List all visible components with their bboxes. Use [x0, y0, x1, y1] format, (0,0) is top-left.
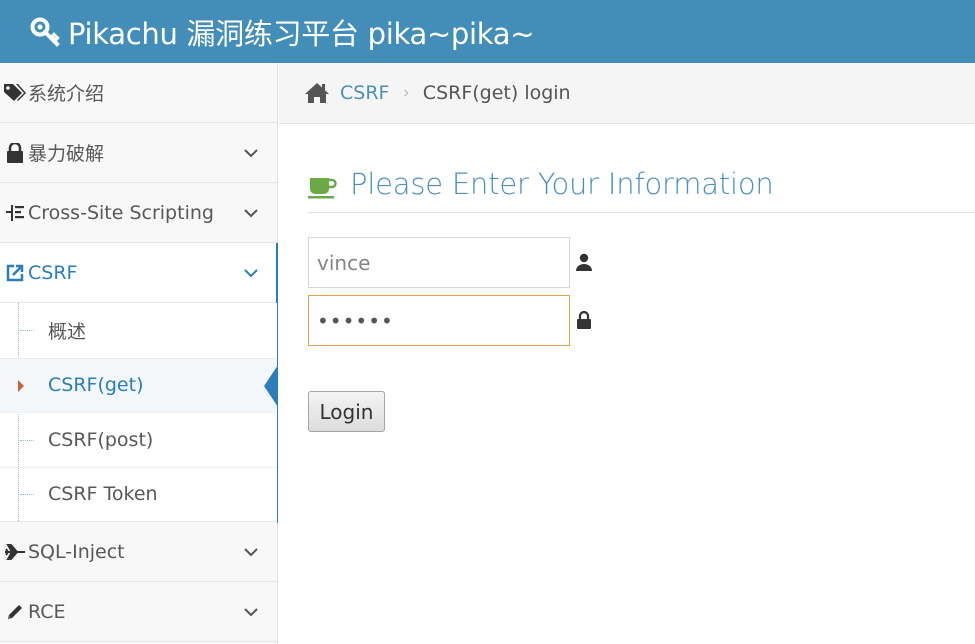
- caret-right-icon: [18, 379, 24, 392]
- sidebar-item-label: 系统介绍: [28, 83, 105, 105]
- breadcrumb-current: CSRF(get) login: [422, 82, 571, 104]
- password-input[interactable]: ••••••: [308, 295, 570, 346]
- submenu-item-label: 概述: [48, 320, 87, 343]
- submenu-item-csrf-token[interactable]: CSRF Token: [0, 466, 277, 522]
- active-indicator: [264, 364, 278, 407]
- app-title[interactable]: Pikachu 漏洞练习平台 pika~pika~: [68, 11, 535, 53]
- form-heading: Please Enter Your Information: [350, 167, 774, 201]
- submenu-item-label: CSRF Token: [48, 483, 158, 506]
- sidebar-item-sqli[interactable]: SQL-Inject: [0, 522, 277, 582]
- sidebar-item-csrf[interactable]: CSRF: [0, 243, 278, 523]
- chevron-down-icon: [244, 548, 258, 557]
- submenu-item-overview[interactable]: 概述: [0, 303, 277, 358]
- key-icon: [30, 17, 60, 47]
- submenu-item-csrf-post[interactable]: CSRF(post): [0, 412, 277, 467]
- sidebar-item-label: Cross-Site Scripting: [28, 201, 214, 224]
- sidebar: 系统介绍 暴力破解 Cross-Site Scripting CSRF 概述 C…: [0, 63, 278, 644]
- breadcrumb-link-csrf[interactable]: CSRF: [340, 82, 389, 104]
- breadcrumb: CSRF › CSRF(get) login: [279, 63, 975, 124]
- sidebar-item-label: RCE: [28, 600, 66, 623]
- sidebar-item-label: 暴力破解: [28, 143, 105, 165]
- external-link-icon: [2, 263, 28, 283]
- sidebar-item-intro[interactable]: 系统介绍: [0, 63, 277, 123]
- chevron-down-icon: [244, 269, 258, 278]
- chevron-down-icon: [244, 149, 258, 158]
- coffee-icon: [308, 178, 337, 199]
- submenu-item-label: CSRF(get): [48, 374, 144, 397]
- page-title: Please Enter Your Information: [308, 166, 975, 213]
- sidebar-item-xss[interactable]: Cross-Site Scripting: [0, 183, 277, 243]
- tree-icon: [2, 203, 28, 223]
- lock-icon: [577, 311, 591, 329]
- csrf-submenu: 概述 CSRF(get) CSRF(post) CSRF Token: [0, 303, 278, 522]
- tags-icon: [2, 83, 28, 103]
- lock-icon: [2, 142, 28, 163]
- sidebar-item-rce[interactable]: RCE: [0, 582, 277, 642]
- chevron-down-icon: [244, 608, 258, 617]
- chevron-down-icon: [244, 209, 258, 218]
- sidebar-item-label: CSRF: [28, 261, 78, 284]
- pencil-icon: [2, 602, 28, 622]
- breadcrumb-separator-icon: ›: [403, 84, 409, 101]
- sidebar-item-label: SQL-Inject: [28, 540, 125, 563]
- submenu-item-csrf-get[interactable]: CSRF(get): [0, 357, 278, 412]
- home-icon[interactable]: [304, 82, 330, 104]
- login-button[interactable]: Login: [308, 391, 385, 432]
- sidebar-item-bruteforce[interactable]: 暴力破解: [0, 123, 277, 183]
- username-input[interactable]: vince: [308, 237, 570, 288]
- plane-icon: [2, 543, 28, 561]
- top-navbar: Pikachu 漏洞练习平台 pika~pika~: [0, 0, 975, 63]
- submenu-item-label: CSRF(post): [48, 428, 154, 451]
- user-icon: [576, 253, 592, 271]
